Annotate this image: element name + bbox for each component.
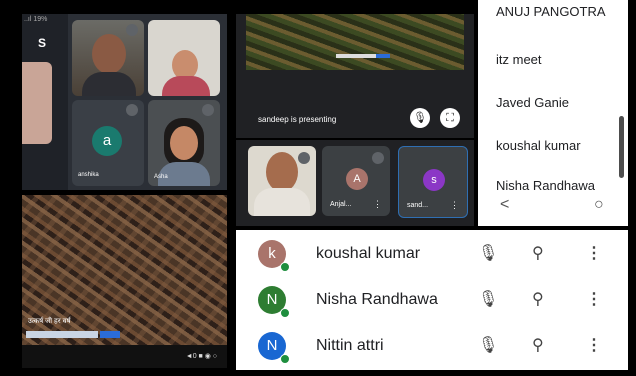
participant-body: [162, 76, 210, 96]
participant-name: sand...: [407, 202, 429, 209]
pin-icon[interactable]: ⚲: [532, 243, 544, 263]
mic-off-icon[interactable]: 🎙: [410, 108, 430, 128]
participant-name: Asha: [154, 174, 168, 180]
video-controls[interactable]: ◄0 ■ ◉ ○: [186, 352, 217, 360]
app-icon: S: [38, 36, 47, 50]
more-options-icon[interactable]: ⋮: [586, 289, 602, 309]
presentation-bar: [336, 54, 376, 58]
video-subtitle-tag: [100, 331, 120, 338]
participant-face: [92, 34, 126, 74]
more-options-icon[interactable]: ⋮: [586, 243, 602, 263]
participant-name: Anjal...: [330, 201, 352, 208]
participant-tile-woman[interactable]: [148, 20, 220, 96]
home-icon[interactable]: ○: [594, 196, 604, 214]
presence-dot: [280, 262, 290, 272]
pin-icon[interactable]: ⚲: [532, 335, 544, 355]
fullscreen-icon[interactable]: ⛶: [440, 108, 460, 128]
status-bar-text: ..ıl 19%: [24, 16, 48, 23]
screenshot-frame: ..ıl 19% S a anshika Asha उत्कर्ष जी हर …: [0, 0, 636, 376]
mic-off-icon: [202, 104, 214, 116]
participant-face: [266, 152, 298, 192]
shared-video-panel[interactable]: उत्कर्ष जी हर वर्ष ◄0 ■ ◉ ○: [22, 195, 227, 368]
list-item[interactable]: itz meet: [496, 52, 542, 67]
participant-tile-sandeep-video[interactable]: [248, 146, 316, 216]
list-item[interactable]: k koushal kumar 🎙 ⚲ ⋮: [236, 232, 628, 278]
list-item[interactable]: N Nisha Randhawa 🎙 ⚲ ⋮: [236, 278, 628, 324]
self-view-thumbnail[interactable]: [22, 62, 52, 144]
back-icon[interactable]: <: [500, 196, 509, 214]
participant-tile-anjal[interactable]: A Anjal... ⋮: [322, 146, 390, 216]
participant-name: anshika: [78, 172, 99, 178]
presence-dot: [280, 308, 290, 318]
presence-dot: [280, 354, 290, 364]
scrollbar[interactable]: [619, 116, 624, 178]
participant-body: [254, 188, 310, 216]
participant-name: Nisha Randhawa: [316, 291, 438, 308]
more-options-icon[interactable]: ⋮: [586, 335, 602, 355]
list-item[interactable]: koushal kumar: [496, 138, 581, 153]
participant-name: koushal kumar: [316, 245, 421, 262]
mic-off-icon[interactable]: 🎙: [478, 335, 498, 355]
participant-name: Nittin attri: [316, 337, 384, 354]
more-options-icon[interactable]: ⋮: [373, 199, 382, 210]
presentation-content: [246, 14, 464, 70]
mic-off-icon: [298, 152, 310, 164]
participant-tile-man[interactable]: [72, 20, 144, 96]
video-controls-bar[interactable]: ◄0 ■ ◉ ○: [22, 345, 227, 368]
avatar: A: [346, 168, 368, 190]
presentation-bar-accent: [376, 54, 390, 58]
list-item[interactable]: N Nittin attri 🎙 ⚲ ⋮: [236, 324, 628, 370]
avatar: a: [92, 126, 122, 156]
mic-off-icon[interactable]: 🎙: [478, 243, 498, 263]
mic-off-icon: [372, 152, 384, 164]
presentation-view[interactable]: sandeep is presenting 🎙 ⛶: [236, 14, 474, 138]
participant-tile-sand[interactable]: s sand... ⋮: [398, 146, 468, 218]
video-subtitle-bar: [26, 331, 98, 338]
pin-icon[interactable]: ⚲: [532, 289, 544, 309]
participant-tile-asha[interactable]: Asha: [148, 100, 220, 186]
list-item[interactable]: ANUJ PANGOTRA: [496, 4, 606, 19]
participant-tile-anshika[interactable]: a anshika: [72, 100, 144, 186]
participant-body: [82, 72, 136, 96]
participant-strip: A Anjal... ⋮ s sand... ⋮: [236, 140, 474, 226]
video-caption: उत्कर्ष जी हर वर्ष: [28, 318, 71, 325]
presenter-label: sandeep is presenting: [258, 115, 337, 124]
avatar: s: [423, 169, 445, 191]
mic-off-icon[interactable]: 🎙: [478, 289, 498, 309]
phone-edge-strip: ..ıl 19% S: [22, 14, 68, 190]
more-options-icon[interactable]: ⋮: [450, 200, 459, 211]
mic-off-icon: [126, 24, 138, 36]
list-item[interactable]: Javed Ganie: [496, 95, 569, 110]
participant-face: [170, 126, 198, 160]
list-item[interactable]: Nisha Randhawa: [496, 178, 595, 193]
participants-list: k koushal kumar 🎙 ⚲ ⋮ N Nisha Randhawa 🎙…: [236, 230, 628, 370]
people-list-panel: ANUJ PANGOTRA itz meet Javed Ganie koush…: [478, 0, 628, 226]
mic-off-icon: [126, 104, 138, 116]
meeting-grid-panel: ..ıl 19% S a anshika Asha: [22, 14, 227, 190]
